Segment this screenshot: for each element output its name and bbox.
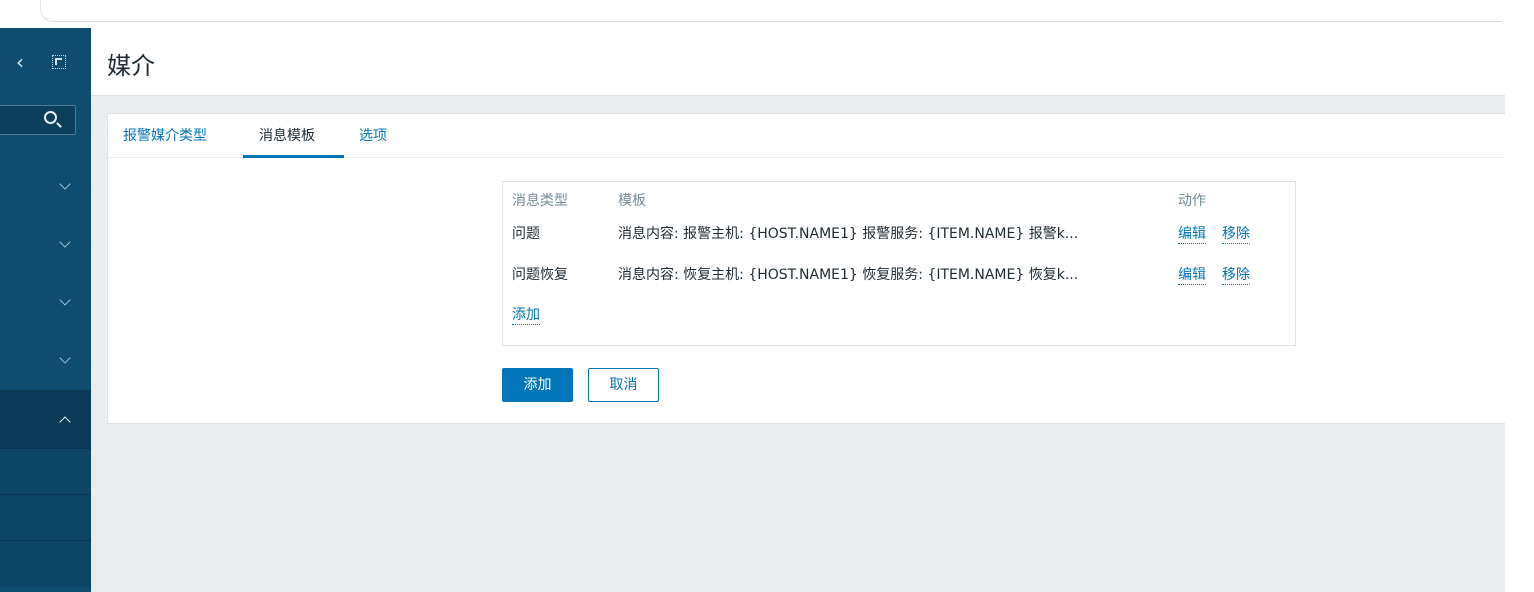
expand-icon[interactable] bbox=[52, 55, 66, 69]
sidebar-menu-item-5[interactable] bbox=[0, 390, 91, 448]
row-1-remove-link[interactable]: 移除 bbox=[1222, 225, 1250, 244]
chevron-down-icon bbox=[59, 294, 71, 306]
row-2-remove-link[interactable]: 移除 bbox=[1222, 266, 1250, 285]
chevron-down-icon bbox=[59, 178, 71, 190]
message-templates-table: 消息类型 模板 动作 问题 消息内容: 报警主机: {HOST.NAME1} 报… bbox=[502, 181, 1296, 346]
chevron-left-icon[interactable]: ‹ bbox=[16, 52, 32, 72]
row-1-type: 问题 bbox=[512, 226, 540, 242]
sidebar-submenu-item-1[interactable] bbox=[0, 448, 91, 494]
sidebar-search-input[interactable] bbox=[0, 105, 76, 135]
row-2-edit-link[interactable]: 编辑 bbox=[1178, 266, 1206, 285]
row-1-edit-link[interactable]: 编辑 bbox=[1178, 225, 1206, 244]
chevron-down-icon bbox=[59, 236, 71, 248]
add-template-link[interactable]: 添加 bbox=[512, 306, 540, 325]
tab-message-templates[interactable]: 消息模板 bbox=[259, 127, 315, 145]
tab-media-types[interactable]: 报警媒介类型 bbox=[123, 127, 207, 145]
top-strip-edge bbox=[40, 0, 1502, 22]
right-edge bbox=[1505, 28, 1534, 592]
column-header-actions: 动作 bbox=[1178, 193, 1206, 209]
row-1-template: 消息内容: 报警主机: {HOST.NAME1} 报警服务: {ITEM.NAM… bbox=[618, 226, 1079, 242]
sidebar-submenu-item-3[interactable] bbox=[0, 540, 91, 586]
form-card: 报警媒介类型 消息模板 选项 消息类型 模板 动作 问题 消息内容: 报警主机:… bbox=[107, 113, 1506, 424]
page-header: 媒介 bbox=[91, 28, 1505, 96]
column-header-type: 消息类型 bbox=[512, 193, 568, 209]
row-2-template: 消息内容: 恢复主机: {HOST.NAME1} 恢复服务: {ITEM.NAM… bbox=[618, 267, 1079, 283]
sidebar-menu-item-1[interactable] bbox=[0, 158, 91, 216]
active-tab-indicator bbox=[243, 155, 344, 158]
tab-options[interactable]: 选项 bbox=[359, 127, 387, 145]
chevron-up-icon bbox=[59, 416, 71, 428]
add-button[interactable]: 添加 bbox=[502, 368, 573, 402]
column-header-template: 模板 bbox=[618, 193, 646, 209]
sidebar-menu-item-2[interactable] bbox=[0, 216, 91, 274]
cancel-button[interactable]: 取消 bbox=[588, 368, 659, 402]
sidebar-menu-item-3[interactable] bbox=[0, 274, 91, 332]
sidebar-submenu-item-2[interactable] bbox=[0, 494, 91, 540]
browser-top-strip bbox=[0, 0, 1534, 28]
search-icon[interactable] bbox=[44, 111, 57, 124]
sidebar-menu-item-4[interactable] bbox=[0, 332, 91, 390]
tab-bar: 报警媒介类型 消息模板 选项 bbox=[108, 114, 1506, 158]
main-content: 媒介 报警媒介类型 消息模板 选项 消息类型 模板 动作 问题 消息内容: 报警… bbox=[91, 28, 1506, 592]
sidebar-header: ‹ bbox=[0, 28, 91, 96]
row-2-type: 问题恢复 bbox=[512, 267, 568, 283]
chevron-down-icon bbox=[59, 352, 71, 364]
sidebar: ‹ bbox=[0, 28, 91, 592]
page-title: 媒介 bbox=[107, 52, 155, 80]
